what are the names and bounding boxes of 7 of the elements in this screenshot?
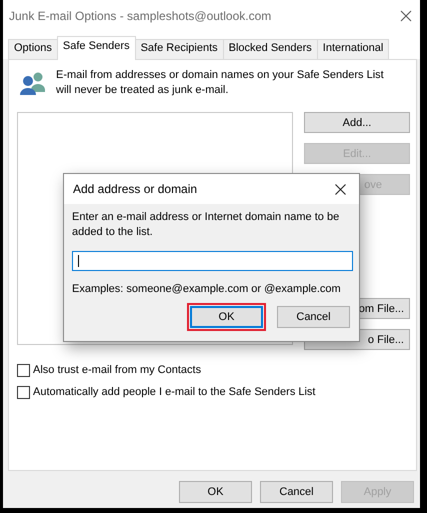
checkbox-label: Automatically add people I e-mail to the Safe Senders List [33,386,316,398]
intro-text: E-mail from addresses or domain names on your Safe Senders List will never be treated as junk e-mail. [56,68,385,98]
window-title: Junk E-mail Options - sampleshots@outlook.com [9,8,272,22]
checkbox-label: Also trust e-mail from my Contacts [33,364,202,376]
prompt-text: Enter an e-mail address or Internet domain name to be added to the list. [72,210,340,240]
dialog-title: Add address or domain [73,182,198,196]
examples-text: Examples: someone@example.com or @example.com [72,283,342,295]
